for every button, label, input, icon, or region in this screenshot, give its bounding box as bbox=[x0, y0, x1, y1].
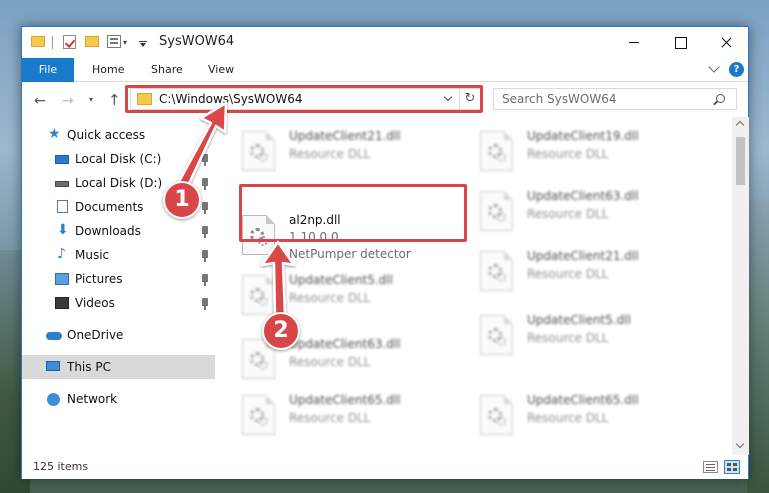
step-2-badge: 2 bbox=[262, 312, 300, 350]
step-1-badge: 1 bbox=[163, 181, 201, 219]
arrow-2-icon bbox=[260, 240, 296, 318]
arrow-1-icon bbox=[174, 101, 228, 194]
annotation-arrows bbox=[174, 101, 296, 318]
